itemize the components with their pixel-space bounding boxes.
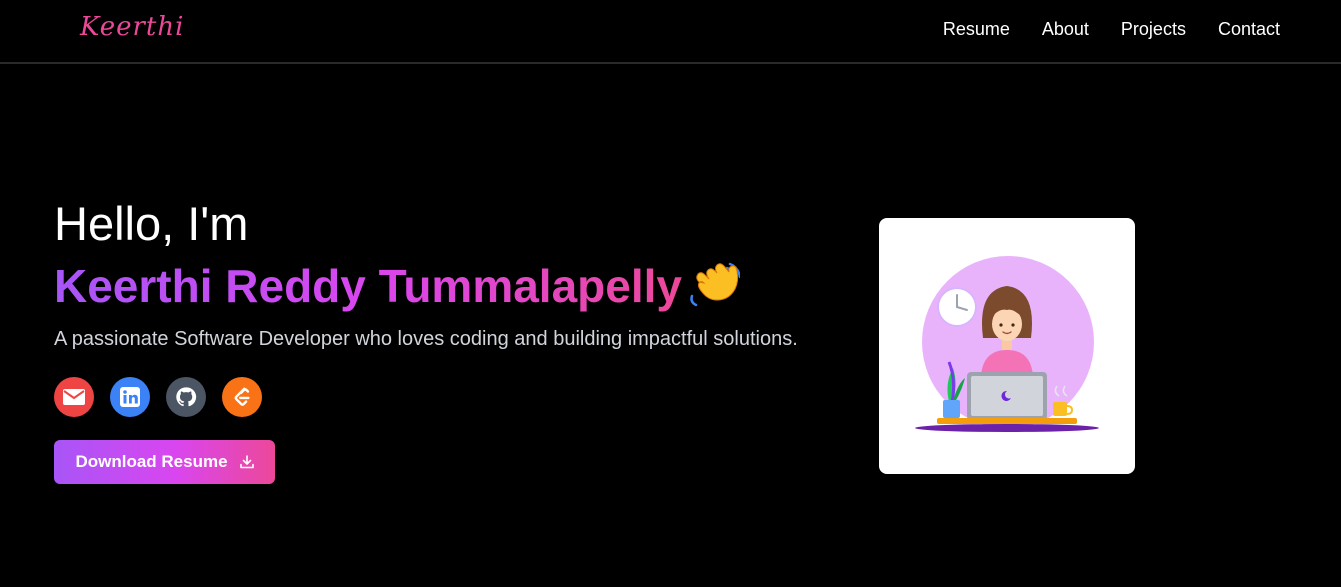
email-icon — [63, 389, 85, 405]
navbar: Keerthi Resume About Projects Contact — [0, 0, 1341, 64]
email-link[interactable] — [54, 377, 94, 417]
nav-links: Resume About Projects Contact — [943, 19, 1280, 40]
nav-link-contact[interactable]: Contact — [1218, 19, 1280, 40]
linkedin-icon — [120, 387, 140, 407]
site-logo[interactable]: Keerthi — [80, 12, 184, 42]
social-links — [54, 377, 834, 417]
leetcode-link[interactable] — [222, 377, 262, 417]
hero-name-row: Keerthi Reddy Tummalapelly — [54, 260, 834, 312]
hero-greeting: Hello, I'm — [54, 197, 249, 250]
nav-link-resume[interactable]: Resume — [943, 19, 1010, 40]
hero-tagline: A passionate Software Developer who love… — [54, 328, 798, 350]
download-resume-label: Download Resume — [75, 452, 228, 471]
hero-illustration-card — [879, 218, 1135, 474]
hero-intro: Hello, I'm Keerthi Reddy Tummalapelly A … — [54, 196, 834, 484]
hero-name: Keerthi Reddy Tummalapelly — [54, 260, 682, 312]
github-link[interactable] — [166, 377, 206, 417]
developer-at-laptop-illustration — [915, 256, 1099, 432]
download-resume-button[interactable]: Download Resume — [54, 440, 275, 484]
nav-link-about[interactable]: About — [1042, 19, 1089, 40]
github-icon — [176, 387, 197, 407]
download-icon — [239, 455, 254, 469]
linkedin-link[interactable] — [110, 377, 150, 417]
waving-hand-icon — [686, 260, 742, 312]
nav-link-projects[interactable]: Projects — [1121, 19, 1186, 40]
leetcode-icon — [234, 387, 250, 406]
